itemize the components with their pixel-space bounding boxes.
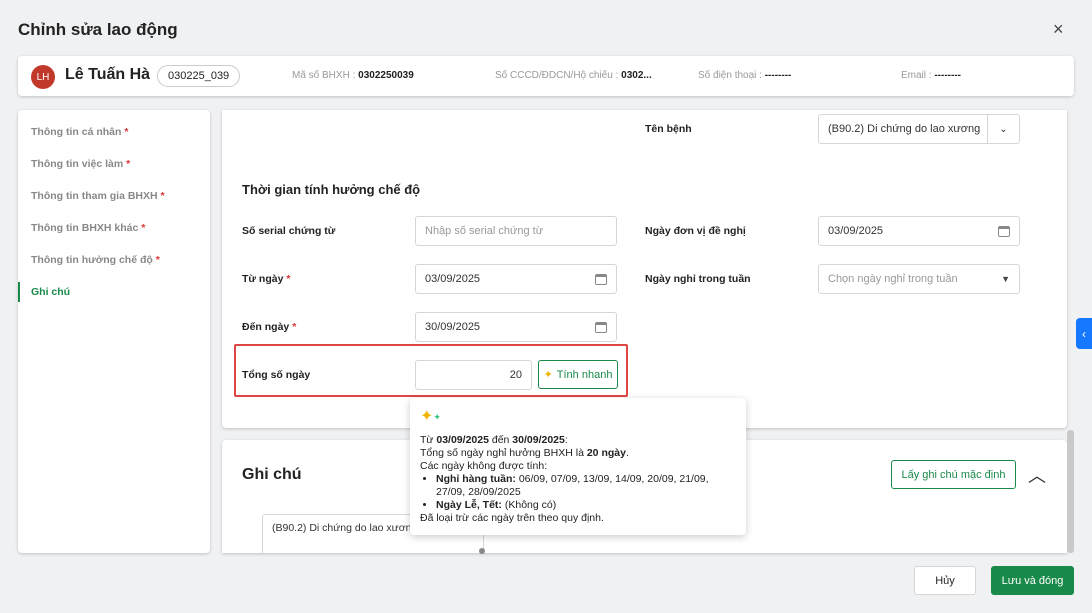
quick-calc-button[interactable]: ✦ Tính nhanh bbox=[538, 360, 618, 389]
avatar: LH bbox=[31, 65, 55, 89]
tooltip-range: Từ 03/09/2025 đến 30/09/2025: bbox=[420, 434, 568, 446]
to-date-input[interactable]: 30/09/2025 bbox=[415, 312, 617, 342]
employee-name: Lê Tuấn Hà bbox=[65, 66, 151, 83]
section-title: Thời gian tính hưởng chế độ bbox=[242, 182, 421, 197]
request-date-label: Ngày đơn vị đề nghị bbox=[645, 225, 746, 237]
tooltip-excluded-title: Các ngày không được tính: bbox=[420, 460, 548, 472]
calendar-icon[interactable] bbox=[595, 273, 607, 285]
employee-code: 030225_039 bbox=[157, 65, 241, 87]
sidebar-item-personal[interactable]: Thông tin cá nhân * bbox=[31, 126, 128, 138]
phone-label: Số điện thoại : bbox=[698, 70, 765, 81]
sidebar: Thông tin cá nhân * Thông tin việc làm *… bbox=[18, 110, 210, 553]
total-days-value: 20 bbox=[509, 369, 522, 381]
sidebar-item-other-bhxh[interactable]: Thông tin BHXH khác * bbox=[31, 222, 145, 234]
quick-calc-tooltip: ✦✦ Từ 03/09/2025 đến 30/09/2025: Tổng số… bbox=[410, 398, 746, 535]
total-days-input[interactable]: 20 bbox=[415, 360, 532, 390]
tooltip-total: Tổng số ngày nghỉ hưởng BHXH là 20 ngày. bbox=[420, 447, 629, 459]
save-close-button[interactable]: Lưu và đóng bbox=[991, 566, 1074, 595]
email-value: -------- bbox=[934, 70, 961, 81]
calendar-icon[interactable] bbox=[998, 225, 1010, 237]
email-label: Email : bbox=[901, 70, 935, 81]
quick-calc-label: Tính nhanh bbox=[556, 368, 613, 381]
caret-down-icon: ▼ bbox=[1001, 274, 1010, 284]
scrollbar[interactable] bbox=[1067, 430, 1074, 553]
from-date-input[interactable]: 03/09/2025 bbox=[415, 264, 617, 294]
sidebar-item-employment[interactable]: Thông tin việc làm * bbox=[31, 158, 130, 170]
sidebar-item-bhxh-participation[interactable]: Thông tin tham gia BHXH * bbox=[31, 190, 165, 202]
chevron-up-icon[interactable]: ︿ bbox=[1028, 462, 1046, 488]
weekly-off-placeholder: Chọn ngày nghỉ trong tuần bbox=[828, 273, 958, 285]
phone-value: -------- bbox=[764, 70, 792, 81]
close-icon[interactable]: × bbox=[1053, 19, 1064, 40]
request-date-value: 03/09/2025 bbox=[828, 225, 884, 237]
active-indicator bbox=[18, 282, 20, 302]
sidebar-item-notes[interactable]: Ghi chú bbox=[31, 286, 70, 298]
tooltip-weekly-off: Nghỉ hàng tuần: 06/09, 07/09, 13/09, 14/… bbox=[436, 473, 736, 499]
chevron-left-icon[interactable]: ‹ bbox=[1076, 318, 1092, 349]
bhxh-value: 0302250039 bbox=[358, 70, 414, 81]
bhxh-label: Mã số BHXH : bbox=[292, 70, 359, 81]
sparkle-icon: ✦✦ bbox=[420, 408, 441, 425]
request-date-input[interactable]: 03/09/2025 bbox=[818, 216, 1020, 246]
chevron-down-icon[interactable]: ⌄ bbox=[987, 115, 1019, 143]
serial-placeholder: Nhập số serial chứng từ bbox=[425, 225, 544, 237]
phone-info: Số điện thoại : -------- bbox=[698, 70, 791, 81]
calendar-icon[interactable] bbox=[595, 321, 607, 333]
serial-label: Số serial chứng từ bbox=[242, 225, 336, 237]
default-note-button[interactable]: Lấy ghi chú mặc định bbox=[891, 460, 1016, 489]
email-info: Email : -------- bbox=[901, 70, 961, 81]
from-date-value: 03/09/2025 bbox=[425, 273, 481, 285]
dialog-title: Chỉnh sửa lao động bbox=[18, 20, 178, 39]
total-days-label: Tổng số ngày bbox=[242, 369, 311, 381]
weekly-off-select[interactable]: Chọn ngày nghỉ trong tuần ▼ bbox=[818, 264, 1020, 294]
resize-handle[interactable] bbox=[479, 548, 485, 554]
disease-label: Tên bệnh bbox=[645, 123, 692, 135]
sparkle-icon: ✦ bbox=[543, 369, 553, 381]
cancel-button[interactable]: Hủy bbox=[914, 566, 976, 595]
cccd-label: Số CCCD/ĐDCN/Hộ chiếu : bbox=[495, 70, 622, 81]
weekly-off-label: Ngày nghỉ trong tuần bbox=[645, 273, 751, 285]
serial-input[interactable]: Nhập số serial chứng từ bbox=[415, 216, 617, 246]
disease-select[interactable]: (B90.2) Di chứng do lao xương ⌄ bbox=[818, 114, 1020, 144]
tooltip-footer: Đã loại trừ các ngày trên theo quy định. bbox=[420, 512, 604, 524]
disease-value: (B90.2) Di chứng do lao xương bbox=[828, 123, 981, 135]
to-date-value: 30/09/2025 bbox=[425, 321, 481, 333]
cccd-value: 0302... bbox=[621, 70, 652, 81]
employee-header: LH Lê Tuấn Hà 030225_039 Mã số BHXH : 03… bbox=[18, 56, 1074, 96]
bhxh-info: Mã số BHXH : 0302250039 bbox=[292, 70, 414, 81]
from-date-label: Từ ngày * bbox=[242, 273, 291, 285]
tooltip-holidays: Ngày Lễ, Tết: (Không có) bbox=[436, 499, 736, 512]
to-date-label: Đến ngày * bbox=[242, 321, 297, 333]
sidebar-item-benefits[interactable]: Thông tin hưởng chế độ * bbox=[31, 254, 160, 266]
cccd-info: Số CCCD/ĐDCN/Hộ chiếu : 0302... bbox=[495, 70, 652, 81]
notes-title: Ghi chú bbox=[242, 466, 302, 483]
